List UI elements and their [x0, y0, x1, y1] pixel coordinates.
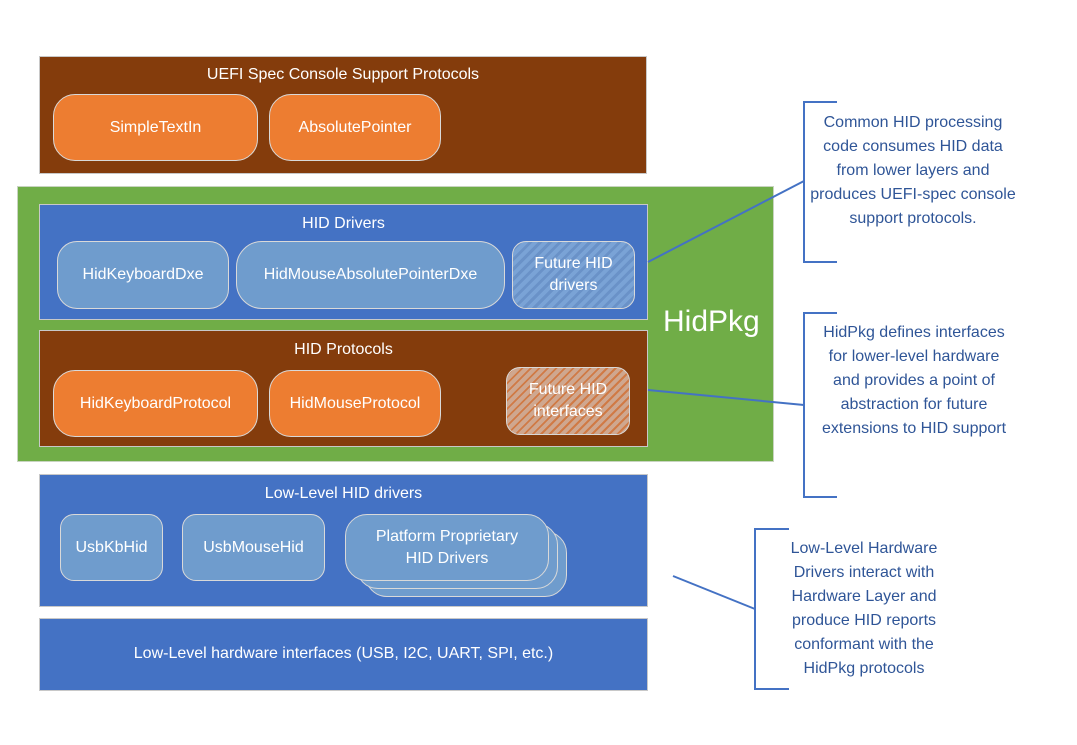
connector-line-2	[647, 389, 805, 406]
note-hidpkg-defines-interfaces: HidPkg defines interfaces for lower-leve…	[821, 324, 1007, 437]
note-low-level-hardware-drivers: Low-Level Hardware Drivers interact with…	[790, 540, 938, 677]
note-common-hid-processing: Common HID processing code consumes HID …	[810, 114, 1016, 227]
connector-line-3	[672, 575, 756, 610]
connector-line-1	[647, 180, 805, 263]
